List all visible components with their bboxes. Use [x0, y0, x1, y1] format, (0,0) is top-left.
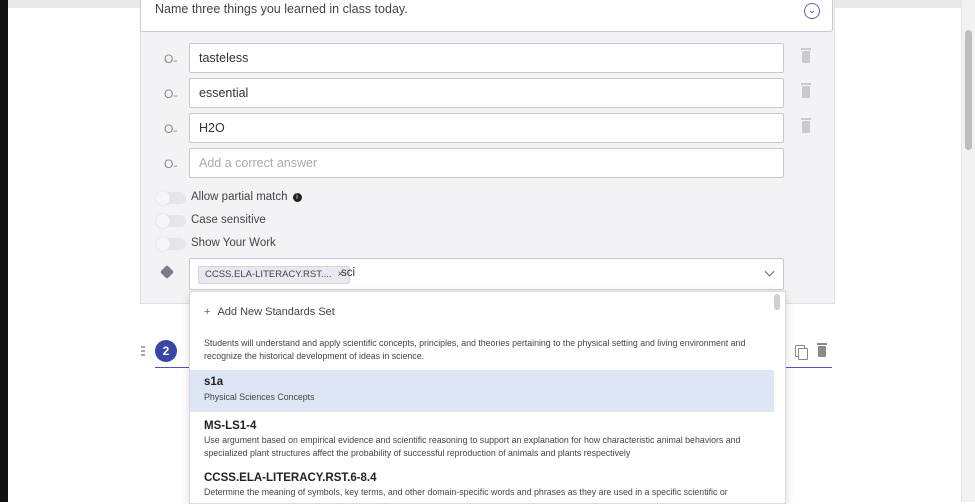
- show-your-work-option[interactable]: Show Your Work: [140, 235, 540, 253]
- question-number-badge[interactable]: 2: [155, 340, 177, 362]
- trash-icon[interactable]: [801, 48, 811, 63]
- question-prompt-box[interactable]: Name three things you learned in class t…: [140, 0, 833, 32]
- allow-partial-match-label: Allow partial match: [191, 191, 288, 203]
- answer-row: O˗: [140, 78, 833, 110]
- case-sensitive-label: Case sensitive: [191, 214, 266, 226]
- standards-dropdown: + Add New Standards Set Students will und…: [189, 291, 786, 504]
- answer-input[interactable]: [189, 78, 784, 108]
- answer-input[interactable]: [189, 113, 784, 143]
- standard-chip-label: CCSS.ELA-LITERACY.RST....: [205, 269, 332, 280]
- trash-icon[interactable]: [801, 83, 811, 98]
- key-icon: O˗: [164, 52, 178, 66]
- case-sensitive-option[interactable]: Case sensitive: [140, 212, 540, 230]
- key-icon: O˗: [164, 87, 178, 101]
- answer-input[interactable]: [189, 43, 784, 73]
- standards-select[interactable]: CCSS.ELA-LITERACY.RST.... × sci: [189, 258, 784, 290]
- left-window-edge: [0, 0, 8, 502]
- chevron-down-icon[interactable]: [764, 266, 775, 277]
- copy-icon[interactable]: [795, 345, 808, 360]
- key-icon: O˗: [164, 157, 178, 171]
- answer-row: O˗: [140, 43, 833, 75]
- trash-icon[interactable]: [817, 343, 827, 357]
- standard-option-code: s1a: [204, 376, 224, 388]
- allow-partial-match-toggle[interactable]: [156, 191, 186, 205]
- standard-option-code: MS-LS1-4: [204, 420, 257, 432]
- standard-option-description: Determine the meaning of symbols, key te…: [204, 487, 728, 497]
- page-scrollbar-thumb[interactable]: [965, 30, 972, 150]
- standard-option-code: CCSS.ELA-LITERACY.RST.6-8.4: [204, 472, 377, 484]
- new-answer-input[interactable]: [189, 148, 784, 178]
- new-answer-row: O˗: [140, 148, 833, 180]
- show-your-work-toggle[interactable]: [156, 237, 186, 251]
- info-icon[interactable]: i: [292, 193, 302, 202]
- standard-option[interactable]: s1a Physical Sciences Concepts: [190, 370, 774, 412]
- question-prompt-text: Name three things you learned in class t…: [155, 2, 408, 16]
- answer-row: O˗: [140, 113, 833, 145]
- add-new-standards-set-label: Add New Standards Set: [217, 306, 335, 318]
- add-new-standards-set-button[interactable]: + Add New Standards Set: [204, 306, 335, 318]
- dropdown-scrollbar[interactable]: [774, 294, 780, 310]
- case-sensitive-toggle[interactable]: [156, 214, 186, 228]
- standard-option[interactable]: CCSS.ELA-LITERACY.RST.6-8.4 Determine th…: [190, 472, 774, 499]
- key-icon: O˗: [164, 122, 178, 136]
- standard-option-description: Use argument based on empirical evidence…: [204, 435, 741, 458]
- plus-icon: +: [204, 306, 211, 318]
- standard-option[interactable]: Students will understand and apply scien…: [190, 337, 774, 362]
- standard-chip[interactable]: CCSS.ELA-LITERACY.RST.... ×: [198, 266, 351, 284]
- chevron-circle-icon[interactable]: ⌄: [804, 3, 820, 19]
- standard-option-description: Students will understand and apply scien…: [204, 338, 746, 361]
- standard-option-description: Physical Sciences Concepts: [204, 392, 315, 402]
- allow-partial-match-option[interactable]: Allow partial match i: [140, 189, 540, 207]
- show-your-work-label: Show Your Work: [191, 237, 276, 249]
- standards-search-input[interactable]: sci: [341, 267, 355, 279]
- drag-handle-icon[interactable]: [141, 346, 145, 358]
- trash-icon[interactable]: [801, 118, 811, 133]
- standard-option[interactable]: MS-LS1-4 Use argument based on empirical…: [190, 420, 774, 459]
